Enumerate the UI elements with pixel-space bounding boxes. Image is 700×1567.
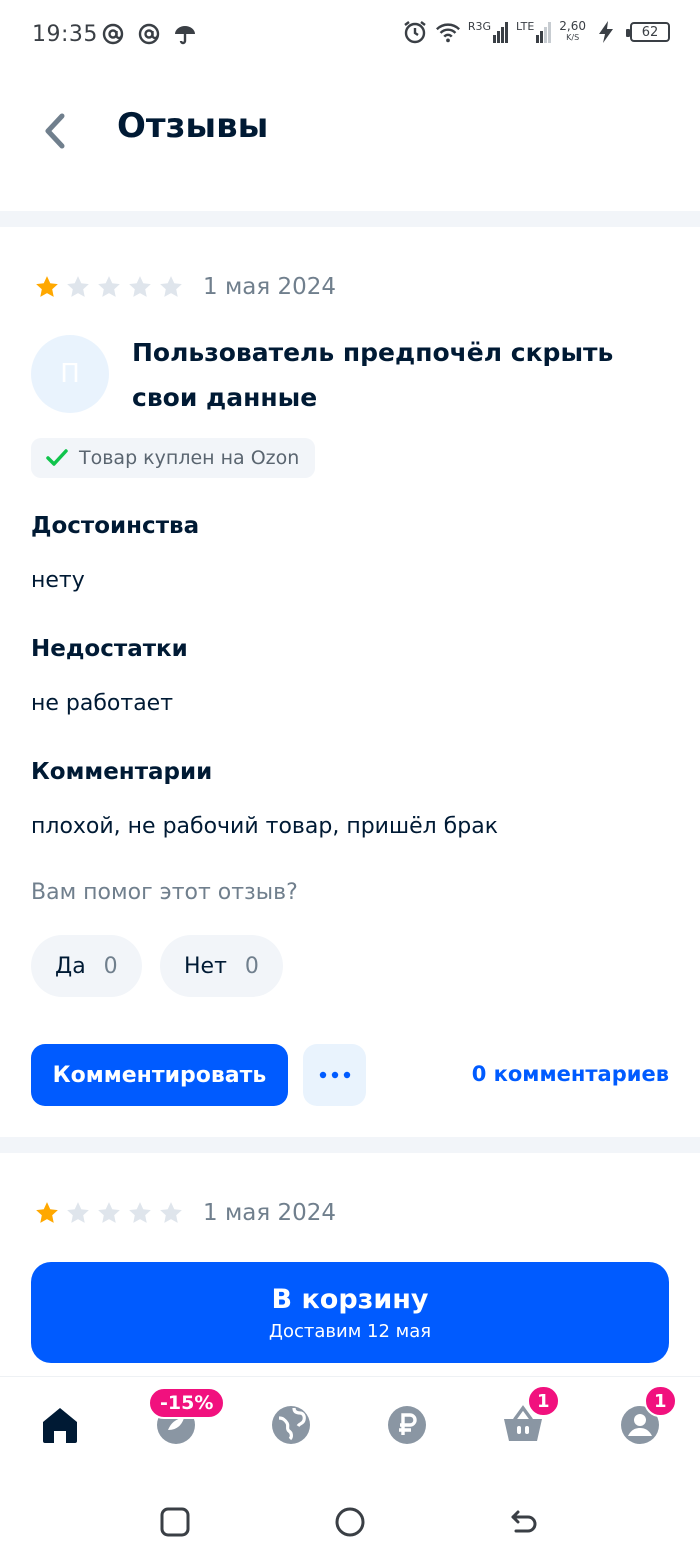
star-empty-icon — [125, 273, 155, 301]
back-button[interactable] — [30, 106, 80, 156]
avatar: П — [31, 335, 109, 413]
alarm-icon — [402, 18, 428, 46]
helpful-question: Вам помог этот отзыв? — [31, 880, 298, 905]
status-system-icons: R3G LTE 2,60 K/S 62 — [402, 18, 670, 46]
star-empty-icon — [156, 1199, 186, 1227]
comment-text: плохой, не рабочий товар, пришёл брак — [31, 814, 498, 839]
star-empty-icon — [63, 273, 93, 301]
star-empty-icon — [63, 1199, 93, 1227]
nav-fresh[interactable]: -15% — [148, 1387, 226, 1449]
purchase-badge-label: Товар куплен на Ozon — [79, 447, 300, 469]
comment-title: Комментарии — [31, 759, 213, 785]
status-time: 19:35 — [32, 22, 98, 47]
rating-row: 1 мая 2024 — [32, 273, 336, 301]
return-arrow-icon — [511, 1510, 537, 1533]
add-to-cart-label: В корзину — [271, 1283, 429, 1315]
nav-cart[interactable]: 1 — [499, 1385, 560, 1449]
page-header: Отзывы — [0, 70, 700, 210]
comment-button[interactable]: Комментировать — [31, 1044, 288, 1106]
back-system-button[interactable] — [504, 1502, 544, 1542]
star-empty-icon — [94, 273, 124, 301]
nav-finance[interactable] — [383, 1401, 431, 1449]
signal-bars-icon — [536, 22, 552, 43]
purchase-badge: Товар куплен на Ozon — [31, 438, 316, 478]
globe-icon — [272, 1406, 310, 1444]
home-system-button[interactable] — [330, 1502, 370, 1542]
checkmark-icon — [46, 449, 68, 466]
review-author: Пользователь предпочёл скрыть свои данны… — [132, 338, 614, 412]
star-empty-icon — [94, 1199, 124, 1227]
section-divider — [0, 211, 700, 227]
review-date: 1 мая 2024 — [203, 274, 337, 300]
nav-globe[interactable] — [267, 1401, 315, 1449]
recent-apps-button[interactable] — [155, 1502, 195, 1542]
network-speed: 2,60 K/S — [559, 19, 586, 42]
star-empty-icon — [156, 273, 186, 301]
battery-indicator: 62 — [626, 22, 670, 42]
reviews-page: 19:35 R3G LTE 2,60 K/S 62 Отзывы 1 мая 2… — [0, 0, 700, 1567]
pros-title: Достоинства — [31, 513, 200, 539]
review-card: 1 мая 2024 — [0, 1153, 700, 1263]
page-title: Отзывы — [117, 106, 269, 146]
pros-text: нету — [31, 568, 85, 593]
promo-badge: -15% — [148, 1387, 226, 1419]
rating-row: 1 мая 2024 — [32, 1199, 336, 1227]
section-divider — [0, 1137, 700, 1153]
vote-no-label: Нет — [184, 953, 227, 979]
more-dots-icon — [319, 1071, 350, 1079]
signal-bars-icon — [492, 22, 508, 43]
system-navigation-bar — [0, 1476, 700, 1567]
ruble-icon — [388, 1406, 426, 1444]
wifi-icon — [435, 18, 461, 46]
profile-notification-badge: 1 — [644, 1385, 677, 1417]
vote-yes-count: 0 — [103, 953, 118, 979]
circle-icon — [335, 1507, 365, 1537]
square-icon — [160, 1507, 190, 1537]
nav-home[interactable] — [36, 1401, 84, 1449]
vote-no-count: 0 — [244, 953, 259, 979]
delivery-date-label: Доставим 12 мая — [268, 1320, 432, 1342]
more-options-button[interactable] — [303, 1044, 366, 1106]
star-filled-icon — [32, 273, 62, 301]
charging-icon — [593, 18, 619, 46]
at-sign-icon — [136, 20, 162, 48]
star-empty-icon — [125, 1199, 155, 1227]
home-icon — [43, 1408, 77, 1443]
cons-text: не работает — [31, 691, 174, 716]
star-filled-icon — [32, 1199, 62, 1227]
review-card: 1 мая 2024 П Пользователь предпочёл скры… — [0, 227, 700, 1137]
status-notifications — [100, 20, 198, 48]
comments-count-link[interactable]: 0 комментариев — [472, 1062, 669, 1086]
chevron-left-icon — [45, 113, 65, 149]
nav-profile[interactable]: 1 — [616, 1385, 677, 1449]
vote-yes-button[interactable]: Да 0 — [31, 935, 142, 997]
vote-no-button[interactable]: Нет 0 — [160, 935, 283, 997]
bottom-navigation: -15% 1 1 — [0, 1376, 700, 1476]
at-sign-icon — [100, 20, 126, 48]
umbrella-icon — [172, 20, 198, 48]
status-bar: 19:35 R3G LTE 2,60 K/S 62 — [0, 0, 700, 70]
signal-lte: LTE — [516, 21, 552, 43]
cart-count-badge: 1 — [527, 1385, 560, 1417]
signal-r3g: R3G — [468, 21, 509, 43]
review-date: 1 мая 2024 — [203, 1200, 337, 1226]
vote-yes-label: Да — [55, 953, 86, 979]
cons-title: Недостатки — [31, 636, 188, 662]
add-to-cart-button[interactable]: В корзину Доставим 12 мая — [31, 1262, 669, 1363]
